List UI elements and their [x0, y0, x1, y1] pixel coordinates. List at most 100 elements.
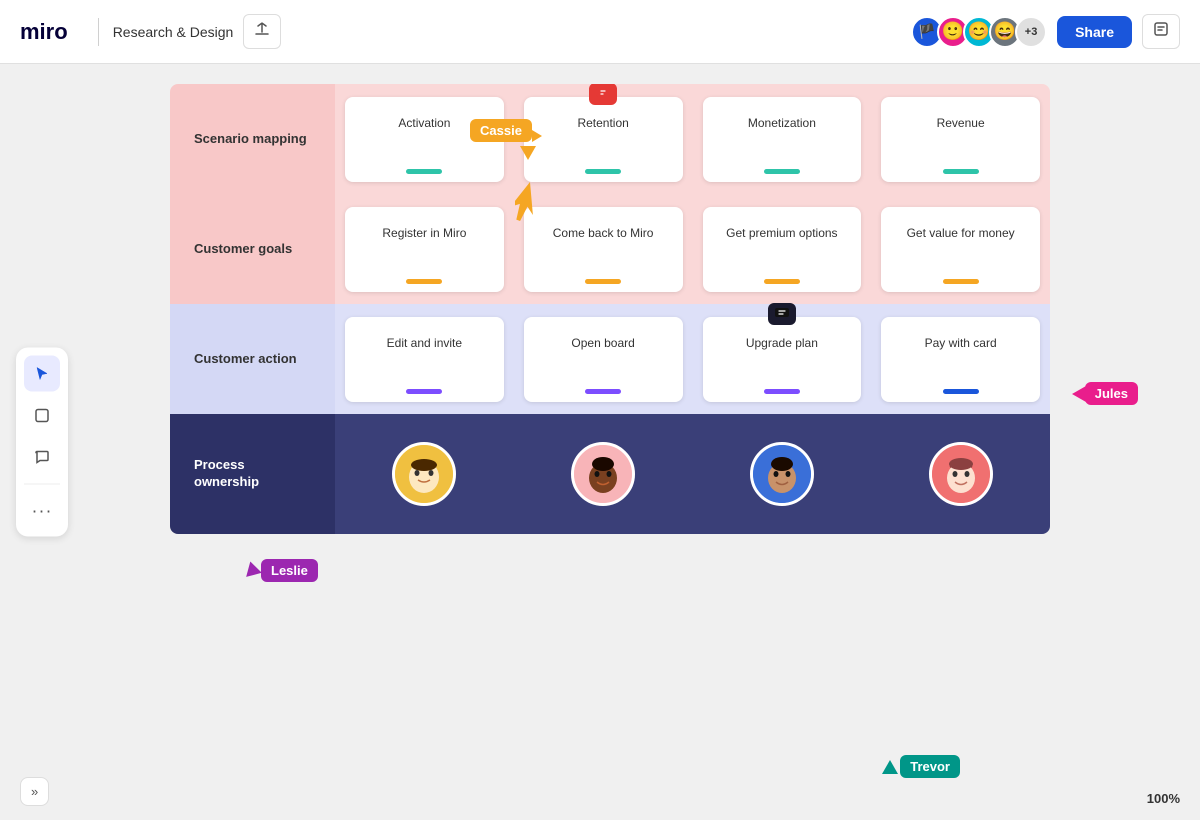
notes-button[interactable]: [1142, 14, 1180, 49]
avatar-group: 🏴 🙂 😊 😄 +3: [911, 16, 1047, 48]
card-bar-retention: [585, 169, 621, 174]
card-value: Get value for money: [881, 207, 1040, 292]
owner-avatar-2: [571, 442, 635, 506]
cell-monetization: Monetization: [693, 84, 872, 194]
row-customer-action: Customer action Edit and invite Open boa…: [170, 304, 1050, 414]
card-bar-comeback: [585, 279, 621, 284]
row-cells-goals: Register in Miro Come back to Miro Get p…: [335, 194, 1050, 304]
cell-owner-3: [693, 414, 872, 534]
card-bar-open-board: [585, 389, 621, 394]
row-process-ownership: Process ownership: [170, 414, 1050, 534]
cell-premium: Get premium options: [693, 194, 872, 304]
leslie-label: Leslie: [261, 559, 318, 582]
card-text-edit-invite: Edit and invite: [387, 335, 462, 381]
cell-comeback: Come back to Miro: [514, 194, 693, 304]
trevor-cursor: Trevor: [882, 755, 960, 778]
cursor-tool[interactable]: [24, 356, 60, 392]
retention-icon: [589, 84, 617, 105]
card-bar-register: [406, 279, 442, 284]
card-pay: Pay with card: [881, 317, 1040, 402]
card-text-retention: Retention: [577, 115, 628, 161]
board: Scenario mapping Activation: [170, 84, 1050, 534]
avatar-overflow[interactable]: +3: [1015, 16, 1047, 48]
trevor-label: Trevor: [900, 755, 960, 778]
card-text-pay: Pay with card: [925, 335, 997, 381]
cell-activation: Activation: [335, 84, 514, 194]
board-title: Research & Design: [113, 24, 234, 40]
cell-revenue: Revenue: [871, 84, 1050, 194]
owner-avatar-3: [750, 442, 814, 506]
row-label-goals: Customer goals: [184, 241, 321, 258]
header: miro Research & Design 🏴 🙂 😊 😄 +3 Share: [0, 0, 1200, 64]
jules-cursor: Jules: [1072, 382, 1138, 405]
card-register: Register in Miro: [345, 207, 504, 292]
comment-tool[interactable]: [24, 440, 60, 476]
upgrade-icon: [768, 303, 796, 325]
card-activation: Activation: [345, 97, 504, 182]
card-text-register: Register in Miro: [382, 225, 466, 271]
upload-button[interactable]: [243, 14, 281, 49]
board-grid: Scenario mapping Activation: [170, 84, 1050, 534]
jules-label: Jules: [1085, 382, 1138, 405]
card-bar-premium: [764, 279, 800, 284]
cell-retention: Retention: [514, 84, 693, 194]
more-tools-button[interactable]: ···: [24, 493, 60, 529]
card-monetization: Monetization: [703, 97, 862, 182]
card-upgrade: Upgrade plan: [703, 317, 862, 402]
cell-owner-2: [514, 414, 693, 534]
owner-avatar-4: [929, 442, 993, 506]
owner-avatar-1: [392, 442, 456, 506]
row-header-process: Process ownership: [170, 414, 335, 534]
row-cells-action: Edit and invite Open board: [335, 304, 1050, 414]
share-button[interactable]: Share: [1057, 16, 1132, 48]
expand-sidebar-button[interactable]: »: [20, 777, 49, 806]
header-divider: [98, 18, 99, 46]
sidebar: ···: [16, 348, 68, 537]
card-bar-revenue: [943, 169, 979, 174]
header-right: 🏴 🙂 😊 😄 +3 Share: [911, 14, 1180, 49]
row-scenario-mapping: Scenario mapping Activation: [170, 84, 1050, 194]
row-cells-process: [335, 414, 1050, 534]
cell-open-board: Open board: [514, 304, 693, 414]
logo: miro: [20, 19, 68, 45]
card-bar-value: [943, 279, 979, 284]
cell-register: Register in Miro: [335, 194, 514, 304]
sticky-note-tool[interactable]: [24, 398, 60, 434]
card-bar-upgrade: [764, 389, 800, 394]
card-revenue: Revenue: [881, 97, 1040, 182]
card-bar-edit-invite: [406, 389, 442, 394]
cell-edit-invite: Edit and invite: [335, 304, 514, 414]
card-bar-pay: [943, 389, 979, 394]
card-text-activation: Activation: [398, 115, 450, 161]
cell-value: Get value for money: [871, 194, 1050, 304]
card-bar-monetization: [764, 169, 800, 174]
row-label-process: Process ownership: [184, 457, 321, 491]
card-bar-activation: [406, 169, 442, 174]
cell-owner-4: [871, 414, 1050, 534]
tool-separator: [24, 484, 60, 485]
card-text-revenue: Revenue: [937, 115, 985, 161]
card-text-upgrade: Upgrade plan: [746, 335, 818, 381]
canvas[interactable]: ··· Scenario mapping Activation: [0, 64, 1200, 820]
row-label-scenario: Scenario mapping: [184, 131, 321, 148]
card-text-premium: Get premium options: [726, 225, 837, 271]
cell-pay: Pay with card: [871, 304, 1050, 414]
card-premium: Get premium options: [703, 207, 862, 292]
row-header-goals: Customer goals: [170, 194, 335, 304]
card-retention: Retention: [524, 97, 683, 182]
card-text-comeback: Come back to Miro: [553, 225, 654, 271]
row-customer-goals: Customer goals Register in Miro Come bac…: [170, 194, 1050, 304]
row-cells-scenario: Activation: [335, 84, 1050, 194]
cell-owner-1: [335, 414, 514, 534]
card-text-value: Get value for money: [907, 225, 1015, 271]
row-label-action: Customer action: [184, 351, 321, 368]
leslie-cursor: Leslie: [248, 559, 318, 582]
card-text-open-board: Open board: [571, 335, 634, 381]
zoom-level: 100%: [1147, 791, 1180, 806]
row-header-scenario: Scenario mapping: [170, 84, 335, 194]
cell-upgrade: Upgrade plan: [693, 304, 872, 414]
card-comeback: Come back to Miro: [524, 207, 683, 292]
row-header-action: Customer action: [170, 304, 335, 414]
card-open-board: Open board: [524, 317, 683, 402]
card-text-monetization: Monetization: [748, 115, 816, 161]
